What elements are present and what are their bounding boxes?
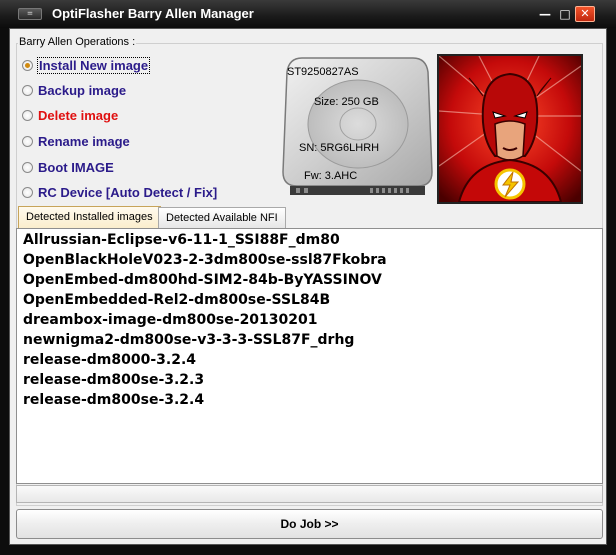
radio-button[interactable] [22, 186, 33, 198]
maximize-button[interactable]: □ [556, 6, 574, 22]
list-item[interactable]: OpenBlackHoleV023-2-3dm800se-ssl87Fkobra [23, 252, 387, 272]
installed-images-list[interactable]: Allrussian-Eclipse-v6-11-1_SSI88F_dm80 O… [16, 228, 603, 484]
tab-detected-available-nfi[interactable]: Detected Available NFI [158, 207, 286, 228]
radio-backup-image[interactable]: Backup image [22, 81, 126, 99]
tab-detected-installed-images[interactable]: Detected Installed images [18, 206, 161, 228]
drive-size: Size: 250 GB [314, 96, 379, 108]
list-item[interactable]: dreambox-image-dm800se-20130201 [23, 312, 318, 332]
radio-boot-image[interactable]: Boot IMAGE [22, 158, 114, 176]
list-item[interactable]: OpenEmbedded-Rel2-dm800se-SSL84B [23, 292, 330, 312]
minimize-button[interactable]: — [536, 6, 554, 22]
title-bar[interactable]: = OptiFlasher Barry Allen Manager — □ ✕ [0, 0, 616, 28]
radio-button[interactable] [22, 109, 33, 121]
list-item[interactable]: release-dm800se-3.2.4 [23, 392, 204, 412]
list-item[interactable]: OpenEmbed-dm800hd-SIM2-84b-ByYASSINOV [23, 272, 382, 292]
radio-label-rename[interactable]: Rename image [38, 134, 130, 149]
list-item[interactable]: newnigma2-dm800se-v3-3-3-SSL87F_drhg [23, 332, 354, 352]
radio-label-rc-device[interactable]: RC Device [Auto Detect / Fix] [38, 185, 217, 200]
radio-label-backup[interactable]: Backup image [38, 83, 126, 98]
radio-rc-device[interactable]: RC Device [Auto Detect / Fix] [22, 183, 217, 201]
list-item[interactable]: Allrussian-Eclipse-v6-11-1_SSI88F_dm80 [23, 232, 340, 252]
app-icon[interactable]: = [18, 8, 42, 20]
list-item[interactable]: release-dm8000-3.2.4 [23, 352, 196, 372]
list-item[interactable]: release-dm800se-3.2.3 [23, 372, 204, 392]
radio-label-install[interactable]: Install New image [36, 56, 151, 74]
radio-button[interactable] [22, 135, 33, 147]
radio-button-checked[interactable] [22, 59, 33, 71]
close-button[interactable]: ✕ [575, 6, 595, 22]
drive-serial: SN: 5RG6LHRH [299, 142, 380, 154]
window-title: OptiFlasher Barry Allen Manager [52, 6, 254, 21]
radio-label-boot[interactable]: Boot IMAGE [38, 160, 114, 175]
radio-rename-image[interactable]: Rename image [22, 132, 130, 150]
radio-button[interactable] [22, 84, 33, 96]
operations-group-label: Barry Allen Operations : [18, 36, 137, 48]
flash-hero-image [437, 54, 583, 204]
radio-delete-image[interactable]: Delete image [22, 106, 118, 124]
radio-label-delete[interactable]: Delete image [38, 108, 118, 123]
radio-button[interactable] [22, 161, 33, 173]
drive-firmware: Fw: 3.AHC [304, 170, 358, 182]
app-window: = OptiFlasher Barry Allen Manager — □ ✕ … [0, 0, 616, 555]
do-job-button[interactable]: Do Job >> [16, 509, 603, 539]
status-bar [16, 485, 603, 503]
client-area: Barry Allen Operations : Install New ima… [9, 28, 607, 545]
drive-model: ST9250827AS [287, 66, 359, 78]
radio-install-new-image[interactable]: Install New image [22, 56, 151, 74]
